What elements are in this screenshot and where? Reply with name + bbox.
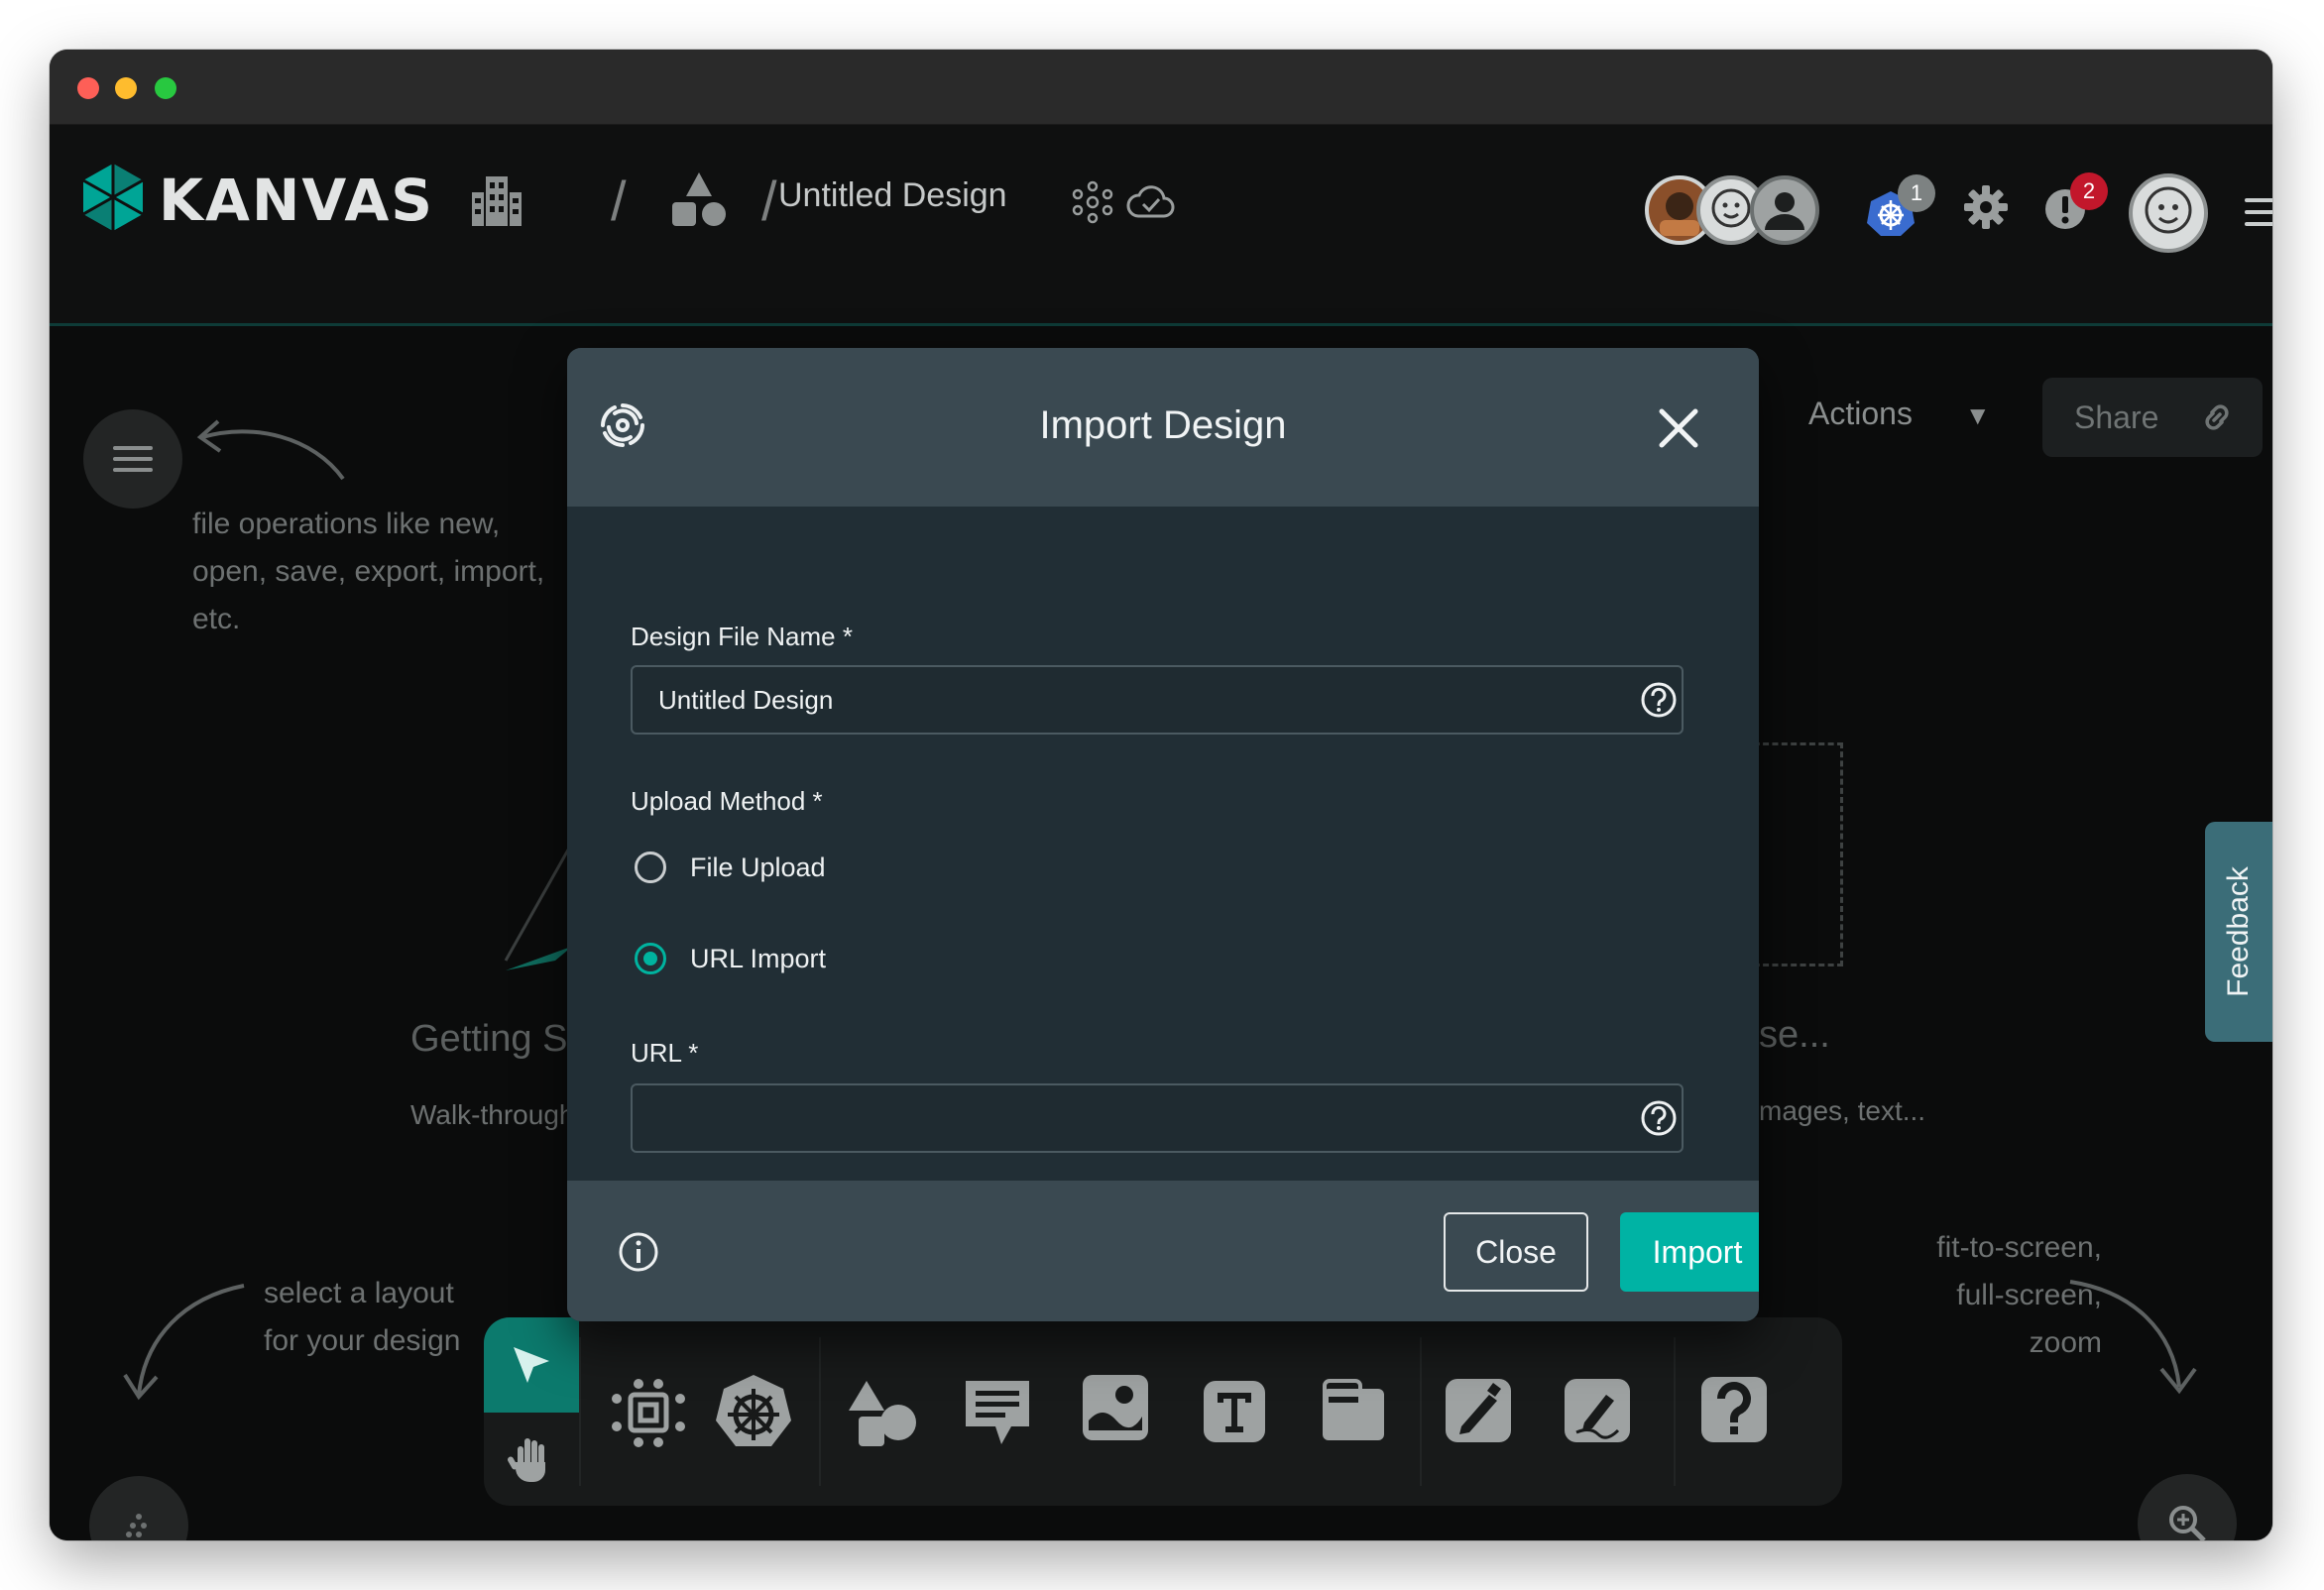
app-window: KANVAS / / Untitled Design 1 2 file oper… <box>50 50 2272 1540</box>
actions-label: Actions <box>1808 396 1913 431</box>
settings-gear-icon[interactable] <box>1963 184 2009 230</box>
arrow-icon <box>123 1284 245 1401</box>
getting-started-title[interactable]: Getting S <box>410 1018 567 1061</box>
feedback-label: Feedback <box>2222 866 2255 997</box>
design-file-name-input[interactable] <box>631 665 1684 735</box>
url-import-option[interactable]: URL Import <box>635 943 826 974</box>
link-icon <box>2205 404 2229 430</box>
getting-started-subtitle: Walk-through <box>410 1099 575 1130</box>
import-design-dialog: Import Design Design File Name * Upload … <box>567 348 1759 1321</box>
file-operations-hint: file operations like new, open, save, ex… <box>192 508 545 635</box>
kubernetes-wheel-icon[interactable] <box>714 1373 793 1452</box>
components-icon[interactable] <box>609 1379 688 1448</box>
collaborator-avatars[interactable] <box>1644 174 1822 250</box>
breadcrumb-separator: / <box>761 170 777 232</box>
cloud-saved-icon[interactable] <box>1126 182 1176 222</box>
layout-button[interactable] <box>89 1476 188 1540</box>
logo-text: KANVAS <box>159 167 434 234</box>
file-upload-label: File Upload <box>690 852 826 882</box>
pan-tool[interactable] <box>484 1413 579 1506</box>
design-file-name-field <box>567 665 1759 735</box>
url-label: URL * <box>631 1038 699 1068</box>
image-icon[interactable] <box>1081 1373 1150 1442</box>
pointer-tool[interactable] <box>484 1317 579 1413</box>
organization-icon[interactable] <box>468 172 525 230</box>
chevron-down-icon: ▼ <box>1964 400 1991 430</box>
design-toolbar <box>484 1317 1842 1506</box>
info-icon[interactable] <box>617 1230 660 1274</box>
cursor-arrow-icon <box>514 1347 549 1383</box>
close-window-icon[interactable] <box>77 77 99 99</box>
toolbar-separator <box>819 1337 821 1486</box>
url-import-radio[interactable] <box>635 943 666 974</box>
share-button[interactable]: Share <box>2042 378 2263 457</box>
close-icon[interactable] <box>1658 407 1699 449</box>
workspace-shapes-icon[interactable] <box>670 170 728 230</box>
share-label: Share <box>2074 399 2159 435</box>
comment-icon[interactable] <box>962 1377 1033 1450</box>
notification-count-badge: 2 <box>2070 172 2108 210</box>
url-input[interactable] <box>631 1083 1684 1153</box>
user-avatar[interactable] <box>2128 172 2209 254</box>
layout-dots-icon <box>126 1514 147 1537</box>
design-title[interactable]: Untitled Design <box>778 176 1007 215</box>
actions-menu[interactable]: Actions ▼ <box>1808 396 1991 432</box>
window-titlebar <box>50 50 2272 125</box>
layout-hint: select a layout for your design <box>264 1277 461 1357</box>
text-icon[interactable] <box>1202 1379 1267 1444</box>
freehand-draw-icon[interactable] <box>1563 1375 1634 1446</box>
hand-icon <box>508 1438 545 1482</box>
maximize-window-icon[interactable] <box>155 77 176 99</box>
help-circle-icon[interactable] <box>1640 1099 1678 1137</box>
avatar[interactable] <box>1749 174 1820 246</box>
dialog-footer: Close Import <box>567 1181 1759 1321</box>
kanvas-logo-icon <box>82 164 144 231</box>
file-menu-button[interactable] <box>83 409 182 509</box>
import-button[interactable]: Import <box>1620 1212 1759 1292</box>
arrow-icon <box>196 419 345 481</box>
feedback-tab[interactable]: Feedback <box>2205 822 2272 1042</box>
file-upload-radio[interactable] <box>635 852 666 883</box>
dialog-header: Import Design <box>567 348 1759 507</box>
kubernetes-count-badge: 1 <box>1898 174 1935 212</box>
file-upload-option[interactable]: File Upload <box>635 852 826 883</box>
url-import-label: URL Import <box>690 943 827 973</box>
main-menu-icon[interactable] <box>2245 196 2272 228</box>
zoom-button[interactable] <box>2138 1474 2237 1540</box>
app-header: KANVAS / / Untitled Design 1 2 <box>50 125 2272 326</box>
zoom-hint: fit-to-screen, full-screen, zoom <box>1936 1231 2102 1359</box>
breadcrumb-separator: / <box>611 170 627 232</box>
toolbar-separator <box>579 1337 581 1486</box>
upload-method-label: Upload Method * <box>631 786 823 816</box>
url-field <box>567 1083 1759 1153</box>
right-card-subtitle: mages, text... <box>1759 1095 1926 1126</box>
design-file-name-label: Design File Name * <box>631 622 853 651</box>
hamburger-icon <box>113 446 153 472</box>
zoom-in-icon <box>2169 1506 2206 1540</box>
toolbar-separator <box>1674 1337 1676 1486</box>
arrow-icon <box>2069 1280 2197 1395</box>
dialog-title: Import Design <box>1039 403 1287 447</box>
toolbar-separator <box>1420 1337 1422 1486</box>
pen-draw-icon[interactable] <box>1444 1375 1515 1446</box>
minimize-window-icon[interactable] <box>115 77 137 99</box>
right-card-title[interactable]: se... <box>1759 1014 1830 1057</box>
help-question-icon[interactable] <box>1699 1375 1769 1444</box>
shapes-icon[interactable] <box>845 1377 920 1452</box>
close-button[interactable]: Close <box>1444 1212 1588 1292</box>
meshery-atom-icon[interactable] <box>1071 180 1114 224</box>
help-circle-icon[interactable] <box>1640 681 1678 719</box>
section-frame-icon[interactable] <box>1321 1379 1386 1442</box>
